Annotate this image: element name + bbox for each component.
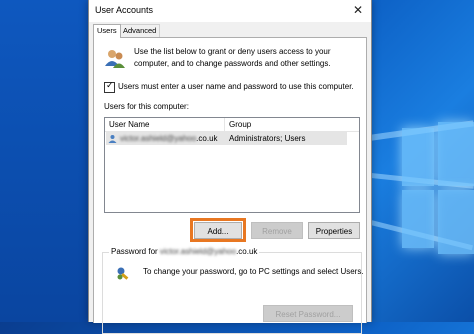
windows-logo — [384, 118, 474, 268]
user-icon — [108, 135, 117, 143]
users-list[interactable]: User Name Group victor.ashield@yahoo.co.… — [104, 117, 360, 213]
desktop-background-left — [0, 0, 90, 322]
column-header-group[interactable]: Group — [229, 120, 251, 129]
title-bar: User Accounts ✕ — [89, 0, 371, 22]
users-tab-panel: Use the list below to grant or deny user… — [93, 37, 367, 334]
obscured-email: victor.ashield@yahoo — [159, 247, 237, 256]
require-login-label: Users must enter a user name and passwor… — [118, 82, 354, 91]
users-icon — [105, 50, 125, 68]
tab-users[interactable]: Users — [93, 24, 121, 38]
column-header-user-name[interactable]: User Name — [109, 120, 149, 129]
require-login-checkbox[interactable]: ✓ — [104, 80, 115, 93]
properties-button[interactable]: Properties — [308, 222, 360, 239]
users-list-label: Users for this computer: — [104, 102, 189, 111]
reset-password-button[interactable]: Reset Password... — [263, 305, 353, 322]
obscured-email: victor.ashield@yahoo — [120, 134, 197, 143]
add-button[interactable]: Add... — [194, 222, 242, 239]
remove-button[interactable]: Remove — [251, 222, 303, 239]
password-key-icon — [117, 267, 129, 280]
checkmark-icon: ✓ — [106, 80, 114, 90]
window-title: User Accounts — [95, 5, 154, 15]
legend-prefix: Password for — [111, 247, 160, 256]
user-name-cell: victor.ashield@yahoo.co.uk — [120, 134, 218, 143]
legend-suffix: .co.uk — [236, 247, 258, 256]
user-accounts-dialog: User Accounts ✕ Users Advanced Use the l… — [88, 0, 372, 334]
intro-text: Use the list below to grant or deny user… — [134, 47, 331, 68]
column-divider[interactable] — [224, 118, 225, 131]
password-group-legend: Password for victor.ashield@yahoo.co.uk — [109, 247, 260, 256]
table-row[interactable]: victor.ashield@yahoo.co.uk Administrator… — [106, 132, 347, 145]
tab-advanced[interactable]: Advanced — [119, 24, 161, 37]
group-cell: Administrators; Users — [229, 134, 306, 143]
users-list-header: User Name Group — [105, 118, 359, 132]
password-instructions: To change your password, go to PC settin… — [143, 267, 364, 276]
email-suffix: .co.uk — [196, 134, 218, 143]
close-icon[interactable]: ✕ — [353, 3, 363, 17]
